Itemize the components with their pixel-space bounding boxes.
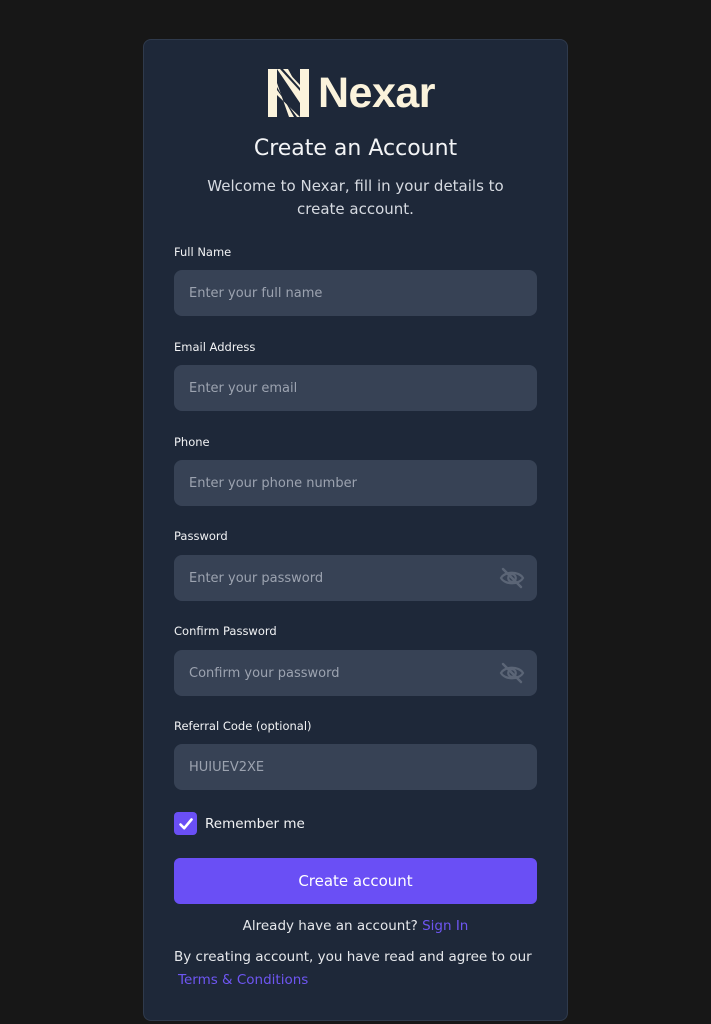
password-placeholder: Enter your password bbox=[189, 570, 324, 586]
phone-input[interactable]: Enter your phone number bbox=[174, 460, 537, 506]
referral-value: HUIUEV2XE bbox=[189, 759, 265, 775]
brand-logo: Nexar bbox=[268, 69, 436, 117]
eye-off-icon[interactable] bbox=[499, 566, 525, 590]
nexar-logo-icon bbox=[268, 69, 309, 117]
sign-in-link[interactable]: Sign In bbox=[422, 918, 468, 934]
terms-text: By creating account, you have read and a… bbox=[174, 949, 532, 965]
phone-label: Phone bbox=[174, 435, 210, 449]
referral-input[interactable]: HUIUEV2XE bbox=[174, 744, 537, 790]
phone-placeholder: Enter your phone number bbox=[189, 475, 357, 491]
password-input[interactable]: Enter your password bbox=[174, 555, 537, 601]
remember-checkbox[interactable] bbox=[174, 812, 197, 835]
password-label: Password bbox=[174, 529, 228, 543]
page-subtitle: Welcome to Nexar, fill in your details t… bbox=[207, 177, 504, 218]
email-placeholder: Enter your email bbox=[189, 380, 298, 396]
referral-label: Referral Code (optional) bbox=[174, 719, 312, 733]
signin-prompt: Already have an account? bbox=[242, 918, 418, 934]
remember-me[interactable]: Remember me bbox=[174, 812, 305, 835]
email-input[interactable]: Enter your email bbox=[174, 365, 537, 411]
remember-label: Remember me bbox=[205, 815, 305, 832]
confirm-password-input[interactable]: Confirm your password bbox=[174, 650, 537, 696]
confirm-password-placeholder: Confirm your password bbox=[189, 665, 340, 681]
full-name-label: Full Name bbox=[174, 245, 232, 259]
full-name-placeholder: Enter your full name bbox=[189, 285, 323, 301]
signup-card: Nexar Create an Account Welcome to Nexar… bbox=[143, 39, 568, 1021]
email-label: Email Address bbox=[174, 340, 256, 354]
brand-name: Nexar bbox=[318, 69, 436, 117]
eye-off-icon[interactable] bbox=[499, 661, 525, 685]
terms-link[interactable]: Terms & Conditions bbox=[178, 969, 308, 992]
full-name-input[interactable]: Enter your full name bbox=[174, 270, 537, 316]
confirm-password-label: Confirm Password bbox=[174, 624, 277, 638]
checkmark-icon bbox=[178, 817, 193, 829]
create-account-button[interactable]: Create account bbox=[174, 858, 537, 904]
page-title: Create an Account bbox=[253, 136, 458, 161]
signin-row: Already have an account? Sign In bbox=[144, 918, 567, 934]
terms-notice: By creating account, you have read and a… bbox=[174, 946, 534, 992]
